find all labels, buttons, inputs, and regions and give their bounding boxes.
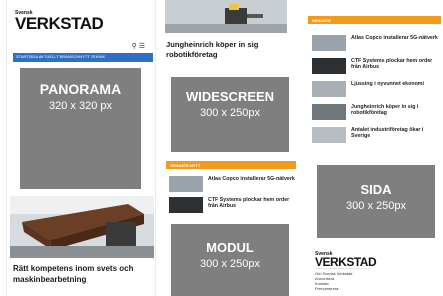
list-item-title: Jungheinrich köper in sig i robotikföret…	[351, 104, 419, 117]
ad-modul-size: 300 x 250px	[200, 258, 260, 270]
list-item-thumbnail	[169, 197, 203, 213]
search-icon[interactable]: ⚲	[132, 43, 137, 50]
list-item[interactable]: Atlas Copco installerar 5G-nätverk	[312, 35, 438, 51]
article-image-forklift[interactable]	[165, 0, 287, 33]
ad-widescreen-title: WIDESCREEN	[185, 89, 275, 104]
list-item-title: Atlas Copco installerar 5G-nätverk	[208, 176, 295, 182]
footer-link[interactable]: Prenumerera	[315, 286, 338, 292]
article-image-wood-machine[interactable]	[10, 196, 154, 258]
ad-widescreen-size: 300 x 250px	[200, 107, 260, 119]
list-item[interactable]: Ljussing i nyvunnet ekonomi	[312, 81, 438, 97]
ad-panorama[interactable]: PANORAMA 320 x 320 px	[20, 68, 141, 189]
mobile-page-left: Svensk VERKSTAD ⚲ ☰ STARTSIDA AKTUELLT B…	[6, 0, 156, 296]
nav-items[interactable]: STARTSIDA AKTUELLT BRANSCHNYTT TEKNIK	[16, 54, 105, 59]
ad-modul-title: MODUL	[206, 240, 254, 255]
article-headline[interactable]: Rätt kompetens inom svets och maskinbear…	[13, 263, 153, 285]
list-item-thumbnail	[169, 176, 203, 192]
list-item-thumbnail	[312, 81, 346, 97]
nav-bar: STARTSIDA AKTUELLT BRANSCHNYTT TEKNIK	[13, 53, 153, 62]
list-item[interactable]: Jungheinrich köper in sig i robotikföret…	[312, 104, 438, 120]
ad-sida-title: SIDA	[360, 182, 392, 197]
footer-divider	[315, 268, 370, 269]
forklift-illustration	[165, 0, 287, 33]
brand-logo[interactable]: VERKSTAD	[15, 15, 104, 32]
ad-panorama-title: PANORAMA	[39, 81, 122, 97]
article-headline-middle[interactable]: Jungheinrich köper in sig robotikföretag	[166, 40, 294, 60]
footer-brand-logo[interactable]: VERKSTAD	[315, 256, 377, 268]
header-icons: ⚲ ☰	[132, 42, 145, 50]
list-item[interactable]: CTF Systems plockar hem order från Airbu…	[312, 58, 438, 74]
list-item[interactable]: Antalet industriföretag ökar i Sverige	[312, 127, 438, 143]
ad-modul[interactable]: MODUL 300 x 250px	[171, 224, 289, 296]
ad-sida-size: 300 x 250px	[346, 200, 406, 212]
wood-machine-illustration	[10, 196, 154, 258]
ad-sida[interactable]: SIDA 300 x 250px	[317, 165, 435, 238]
section-header-label: SENASTE NYTT	[170, 163, 201, 168]
desktop-sidebar-right: SENASTE Atlas Copco installerar 5G-nätve…	[306, 0, 443, 296]
list-item-title: CTF Systems plockar hem order från Airbu…	[351, 58, 433, 71]
ad-panorama-size: 320 x 320 px	[49, 100, 112, 112]
list-item[interactable]: Atlas Copco installerar 5G-nätverk	[169, 176, 295, 192]
list-item-title: CTF Systems plockar hem order från Airbu…	[208, 197, 290, 210]
ad-widescreen[interactable]: WIDESCREEN 300 x 250px	[171, 77, 289, 152]
list-item-thumbnail	[312, 35, 346, 51]
mobile-page-middle: Jungheinrich köper in sig robotikföretag…	[163, 0, 298, 296]
menu-icon[interactable]: ☰	[139, 43, 145, 50]
list-item-title: Atlas Copco installerar 5G-nätverk	[351, 35, 438, 41]
list-item[interactable]: CTF Systems plockar hem order från Airbu…	[169, 197, 295, 213]
list-item-thumbnail	[312, 127, 346, 143]
ad-placement-overview: Svensk VERKSTAD ⚲ ☰ STARTSIDA AKTUELLT B…	[0, 0, 443, 296]
list-item-title: Antalet industriföretag ökar i Sverige	[351, 127, 424, 140]
list-item-thumbnail	[312, 104, 346, 120]
section-header-latest: SENASTE NYTT	[166, 161, 296, 169]
section-header-label: SENASTE	[312, 18, 331, 23]
list-item-title: Ljussing i nyvunnet ekonomi	[351, 81, 424, 87]
section-header-sidebar: SENASTE	[308, 16, 441, 24]
list-item-thumbnail	[312, 58, 346, 74]
